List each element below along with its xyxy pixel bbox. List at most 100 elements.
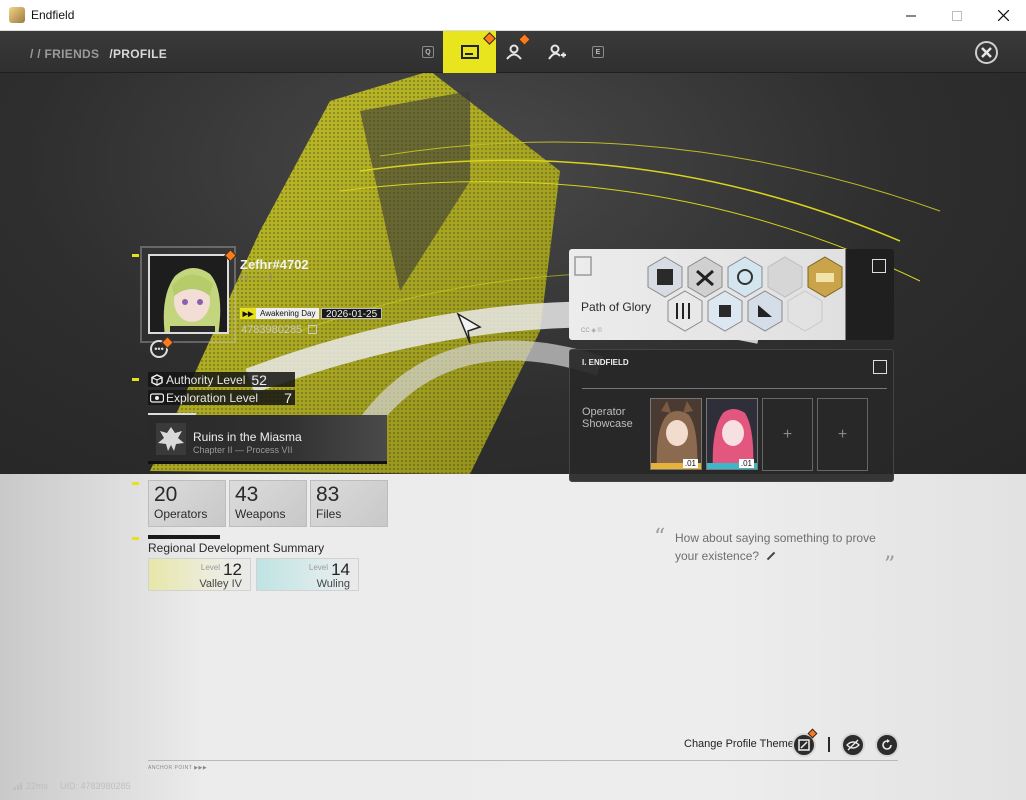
hide-ui-button[interactable] (841, 733, 865, 757)
avatar[interactable] (148, 254, 229, 334)
region-level: 14 (331, 560, 350, 579)
showcase-header: I. ENDFIELD (582, 358, 629, 367)
uid-value: 4783980285 (241, 324, 303, 336)
anchor-text: ANCHOR POINT (148, 765, 193, 771)
stat-value: 20 (154, 483, 178, 506)
path-of-glory-card[interactable]: CC ◈ © Path of Glory (569, 249, 894, 340)
showcase-title: Operator Showcase (582, 406, 633, 430)
regional-header-bar (148, 535, 220, 539)
section-marker (132, 378, 139, 381)
region-level-label: Level (200, 563, 220, 572)
title-placeholder: [ x ─── ] (240, 273, 273, 282)
stat-weapons[interactable]: 43 Weapons (229, 480, 307, 527)
network-ping: 22ms (14, 781, 48, 791)
chapter-emblem-icon (156, 423, 186, 455)
stat-label: Operators (154, 507, 208, 521)
open-showcase-icon[interactable] (873, 360, 887, 374)
stat-label: Files (316, 507, 342, 521)
pencil-icon[interactable] (767, 551, 776, 561)
eye-off-icon (846, 739, 860, 751)
add-person-icon (548, 44, 566, 60)
change-theme-label[interactable]: Change Profile Theme (684, 738, 794, 750)
window-titlebar: Endfield (0, 0, 1026, 31)
key-q-icon: Q (422, 46, 434, 58)
close-quote-icon: ” (884, 553, 896, 578)
stat-value: 83 (316, 483, 340, 506)
authority-label: Authority Level (166, 372, 246, 387)
authority-value: 52 (251, 371, 267, 388)
region-wuling[interactable]: Level 14 Wuling (256, 558, 359, 591)
anchor-point-label: ANCHOR POINT ▶▶▶ (148, 765, 208, 771)
copy-icon[interactable] (308, 325, 318, 334)
section-marker (132, 482, 139, 485)
refresh-button[interactable] (875, 733, 899, 757)
region-level-label: Level (308, 563, 328, 572)
close-profile-button[interactable] (975, 41, 998, 64)
exploration-label: Exploration Level (166, 390, 259, 405)
breadcrumb-profile: /PROFILE (109, 47, 168, 61)
open-glory-icon[interactable] (872, 259, 886, 273)
operator-slot-1[interactable]: .01 (650, 398, 702, 470)
stat-label: Weapons (235, 507, 286, 521)
nav-prev-key[interactable]: Q (418, 31, 438, 73)
section-marker (132, 537, 139, 540)
stat-operators[interactable]: 20 Operators (148, 480, 226, 527)
operator-slot-2[interactable]: .01 (706, 398, 758, 470)
operator-slot-empty[interactable]: + (817, 398, 868, 471)
breadcrumb: / / FRIENDS /PROFILE (30, 47, 167, 61)
glory-title: Path of Glory (581, 300, 652, 314)
footer-divider (148, 760, 898, 761)
breadcrumb-friends[interactable]: / / FRIENDS (30, 47, 99, 61)
minimize-icon (906, 15, 916, 16)
region-valley-iv[interactable]: Level 12 Valley IV (148, 558, 251, 591)
id-card-icon (460, 45, 479, 59)
cube-icon (148, 372, 166, 387)
add-icon: + (837, 425, 848, 443)
authority-level-row: Authority Level 52 (148, 371, 295, 388)
awakening-date: 2026-01-25 (321, 308, 383, 320)
tab-operator[interactable] (500, 31, 531, 73)
medal-grid: CC ◈ © (574, 256, 843, 334)
awakening-day-tag: ▶▶ Awakening Day (240, 308, 320, 319)
divider (828, 737, 830, 752)
tab-profile-card[interactable] (443, 31, 496, 73)
maximize-button[interactable] (934, 0, 980, 31)
compass-icon (148, 390, 166, 405)
close-icon (997, 10, 1009, 21)
stat-value: 43 (235, 483, 259, 506)
nav-next-key[interactable]: E (588, 31, 608, 73)
player-name: Zefhr#4702 (240, 257, 309, 272)
minimize-button[interactable] (888, 0, 934, 31)
showcase-divider (582, 388, 887, 389)
operator-showcase-card[interactable]: I. ENDFIELD Operator Showcase .01 .01 + (569, 349, 894, 482)
top-navigation: / / FRIENDS /PROFILE Q E (0, 31, 1026, 73)
footer-uid: UID: 4783980285 (60, 781, 131, 791)
add-icon: + (782, 425, 793, 443)
operator-slot-empty[interactable]: + (762, 398, 813, 471)
fast-forward-icon: ▶▶ (240, 308, 256, 319)
chapter-progress-card[interactable]: Ruins in the Miasma Chapter II — Process… (148, 415, 387, 464)
operator-level: .01 (738, 459, 754, 468)
tab-add-friend[interactable] (543, 31, 571, 73)
operator-level: .01 (682, 459, 698, 468)
key-e-icon: E (592, 46, 604, 58)
awakening-label: Awakening Day (256, 308, 320, 319)
ellipsis-icon: ••• (154, 343, 164, 354)
stat-files[interactable]: 83 Files (310, 480, 388, 527)
refresh-icon (882, 739, 892, 750)
signal-icon (14, 782, 22, 790)
region-level: 12 (223, 560, 242, 579)
app-icon (9, 7, 25, 23)
close-icon (981, 47, 992, 58)
svg-text:CC ◈ ©: CC ◈ © (581, 327, 603, 334)
exploration-value: 7 (284, 389, 292, 406)
avatar-portrait (150, 256, 227, 332)
chapter-subtitle: Chapter II — Process VII (193, 445, 293, 455)
section-marker (132, 254, 139, 257)
theme-icon (798, 739, 810, 751)
window-title: Endfield (31, 8, 75, 22)
signature-text[interactable]: How about saying something to prove your… (675, 529, 885, 565)
maximize-icon (952, 10, 962, 21)
window-close-button[interactable] (980, 0, 1026, 31)
ping-value: 22ms (26, 781, 49, 791)
